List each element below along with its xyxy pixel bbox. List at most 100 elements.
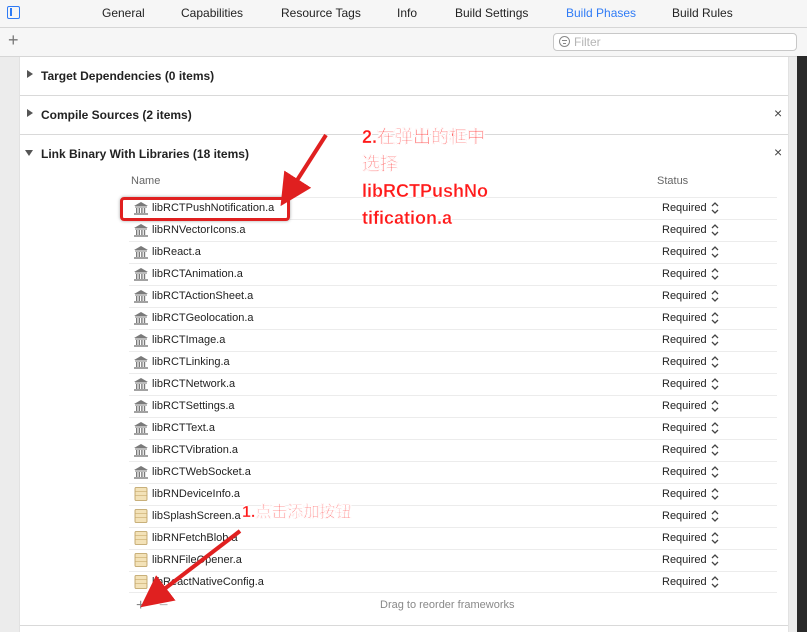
annotation-line: 选择 (362, 154, 398, 174)
chevron-updown-icon[interactable] (710, 244, 720, 260)
status-select[interactable]: Required (662, 444, 707, 456)
chevron-updown-icon[interactable] (710, 332, 720, 348)
status-select[interactable]: Required (662, 576, 707, 588)
chevron-updown-icon[interactable] (710, 200, 720, 216)
table-row[interactable]: libRNFetchBlob.a Required (129, 527, 777, 550)
status-select[interactable]: Required (662, 466, 707, 478)
table-row[interactable]: libRCTImage.a Required (129, 329, 777, 352)
library-icon (133, 223, 149, 237)
tab-capabilities[interactable]: Capabilities (181, 6, 243, 20)
add-library-button[interactable]: + (136, 597, 145, 615)
chevron-updown-icon[interactable] (710, 442, 720, 458)
chevron-updown-icon[interactable] (710, 288, 720, 304)
status-select[interactable]: Required (662, 290, 707, 302)
chevron-updown-icon[interactable] (710, 464, 720, 480)
status-select[interactable]: Required (662, 268, 707, 280)
status-select[interactable]: Required (662, 312, 707, 324)
tab-resource-tags[interactable]: Resource Tags (281, 6, 361, 20)
add-phase-button[interactable]: + (8, 31, 19, 49)
status-select[interactable]: Required (662, 334, 707, 346)
archive-icon (133, 487, 149, 501)
table-row[interactable]: libSplashScreen.a Required (129, 505, 777, 528)
table-row[interactable]: libRCTSettings.a Required (129, 395, 777, 418)
chevron-updown-icon[interactable] (710, 398, 720, 414)
library-icon (133, 245, 149, 259)
library-name: libRCTNetwork.a (152, 378, 236, 390)
column-header-status[interactable]: Status (657, 175, 688, 187)
table-row[interactable]: libRNFileOpener.a Required (129, 549, 777, 572)
chevron-updown-icon[interactable] (710, 266, 720, 282)
table-row[interactable]: libRCTActionSheet.a Required (129, 285, 777, 308)
library-icon (133, 377, 149, 391)
library-icon (133, 333, 149, 347)
chevron-updown-icon[interactable] (710, 486, 720, 502)
table-row[interactable]: libReactNativeConfig.a Required (129, 571, 777, 594)
status-select[interactable]: Required (662, 202, 707, 214)
phase-target-dependencies[interactable]: Target Dependencies (0 items) (20, 57, 788, 95)
status-select[interactable]: Required (662, 400, 707, 412)
remove-library-button[interactable]: − (159, 597, 168, 615)
archive-icon (133, 509, 149, 523)
status-select[interactable]: Required (662, 246, 707, 258)
chevron-updown-icon[interactable] (710, 574, 720, 590)
status-select[interactable]: Required (662, 422, 707, 434)
disclosure-triangle-icon[interactable] (27, 109, 33, 117)
status-select[interactable]: Required (662, 510, 707, 522)
chevron-updown-icon[interactable] (710, 222, 720, 238)
table-row[interactable]: libRCTNetwork.a Required (129, 373, 777, 396)
chevron-updown-icon[interactable] (710, 354, 720, 370)
sidebar-toggle-icon[interactable] (7, 6, 20, 19)
table-row[interactable]: libRCTGeolocation.a Required (129, 307, 777, 330)
status-select[interactable]: Required (662, 488, 707, 500)
table-row[interactable]: libRCTWebSocket.a Required (129, 461, 777, 484)
chevron-updown-icon[interactable] (710, 310, 720, 326)
library-name: libRNFileOpener.a (152, 554, 242, 566)
library-name: libRCTAnimation.a (152, 268, 243, 280)
close-icon[interactable]: × (774, 145, 782, 159)
library-icon (133, 267, 149, 281)
close-icon[interactable]: × (774, 106, 782, 120)
filter-input[interactable] (574, 35, 784, 49)
status-select[interactable]: Required (662, 356, 707, 368)
filter-field[interactable] (553, 33, 797, 51)
tab-build-rules[interactable]: Build Rules (672, 6, 733, 20)
filter-icon (559, 36, 570, 47)
tab-info[interactable]: Info (397, 6, 417, 20)
disclosure-triangle-icon[interactable] (27, 70, 33, 78)
chevron-updown-icon[interactable] (710, 508, 720, 524)
library-name: libRNFetchBlob.a (152, 532, 238, 544)
library-icon (133, 311, 149, 325)
tab-build-settings[interactable]: Build Settings (455, 6, 528, 20)
tab-general[interactable]: General (102, 6, 145, 20)
status-select[interactable]: Required (662, 378, 707, 390)
chevron-updown-icon[interactable] (710, 530, 720, 546)
chevron-updown-icon[interactable] (710, 376, 720, 392)
chevron-updown-icon[interactable] (710, 552, 720, 568)
annotation-line: libRCTPushNo (362, 181, 488, 201)
status-select[interactable]: Required (662, 532, 707, 544)
table-row[interactable]: libRNDeviceInfo.a Required (129, 483, 777, 506)
library-name: libRCTText.a (152, 422, 215, 434)
annotation-line: tification.a (362, 208, 453, 228)
table-row[interactable]: libReact.a Required (129, 241, 777, 264)
status-select[interactable]: Required (662, 554, 707, 566)
highlight-box (120, 197, 290, 221)
table-row[interactable]: libRCTAnimation.a Required (129, 263, 777, 286)
column-header-name[interactable]: Name (131, 175, 160, 187)
status-select[interactable]: Required (662, 224, 707, 236)
window-edge (797, 56, 807, 632)
table-row[interactable]: libRCTVibration.a Required (129, 439, 777, 462)
chevron-updown-icon[interactable] (710, 420, 720, 436)
disclosure-triangle-icon[interactable] (25, 150, 33, 156)
phase-title: Target Dependencies (0 items) (41, 69, 215, 83)
editor-tab-bar: General Capabilities Resource Tags Info … (0, 0, 807, 28)
table-row[interactable]: libRCTText.a Required (129, 417, 777, 440)
table-row[interactable]: libRCTLinking.a Required (129, 351, 777, 374)
phase-title: Link Binary With Libraries (18 items) (41, 147, 249, 161)
library-icon (133, 289, 149, 303)
tab-build-phases[interactable]: Build Phases (566, 6, 636, 20)
library-name: libRCTImage.a (152, 334, 226, 346)
library-name: libRCTLinking.a (152, 356, 230, 368)
library-name: libRCTVibration.a (152, 444, 239, 456)
library-name: libRCTSettings.a (152, 400, 235, 412)
